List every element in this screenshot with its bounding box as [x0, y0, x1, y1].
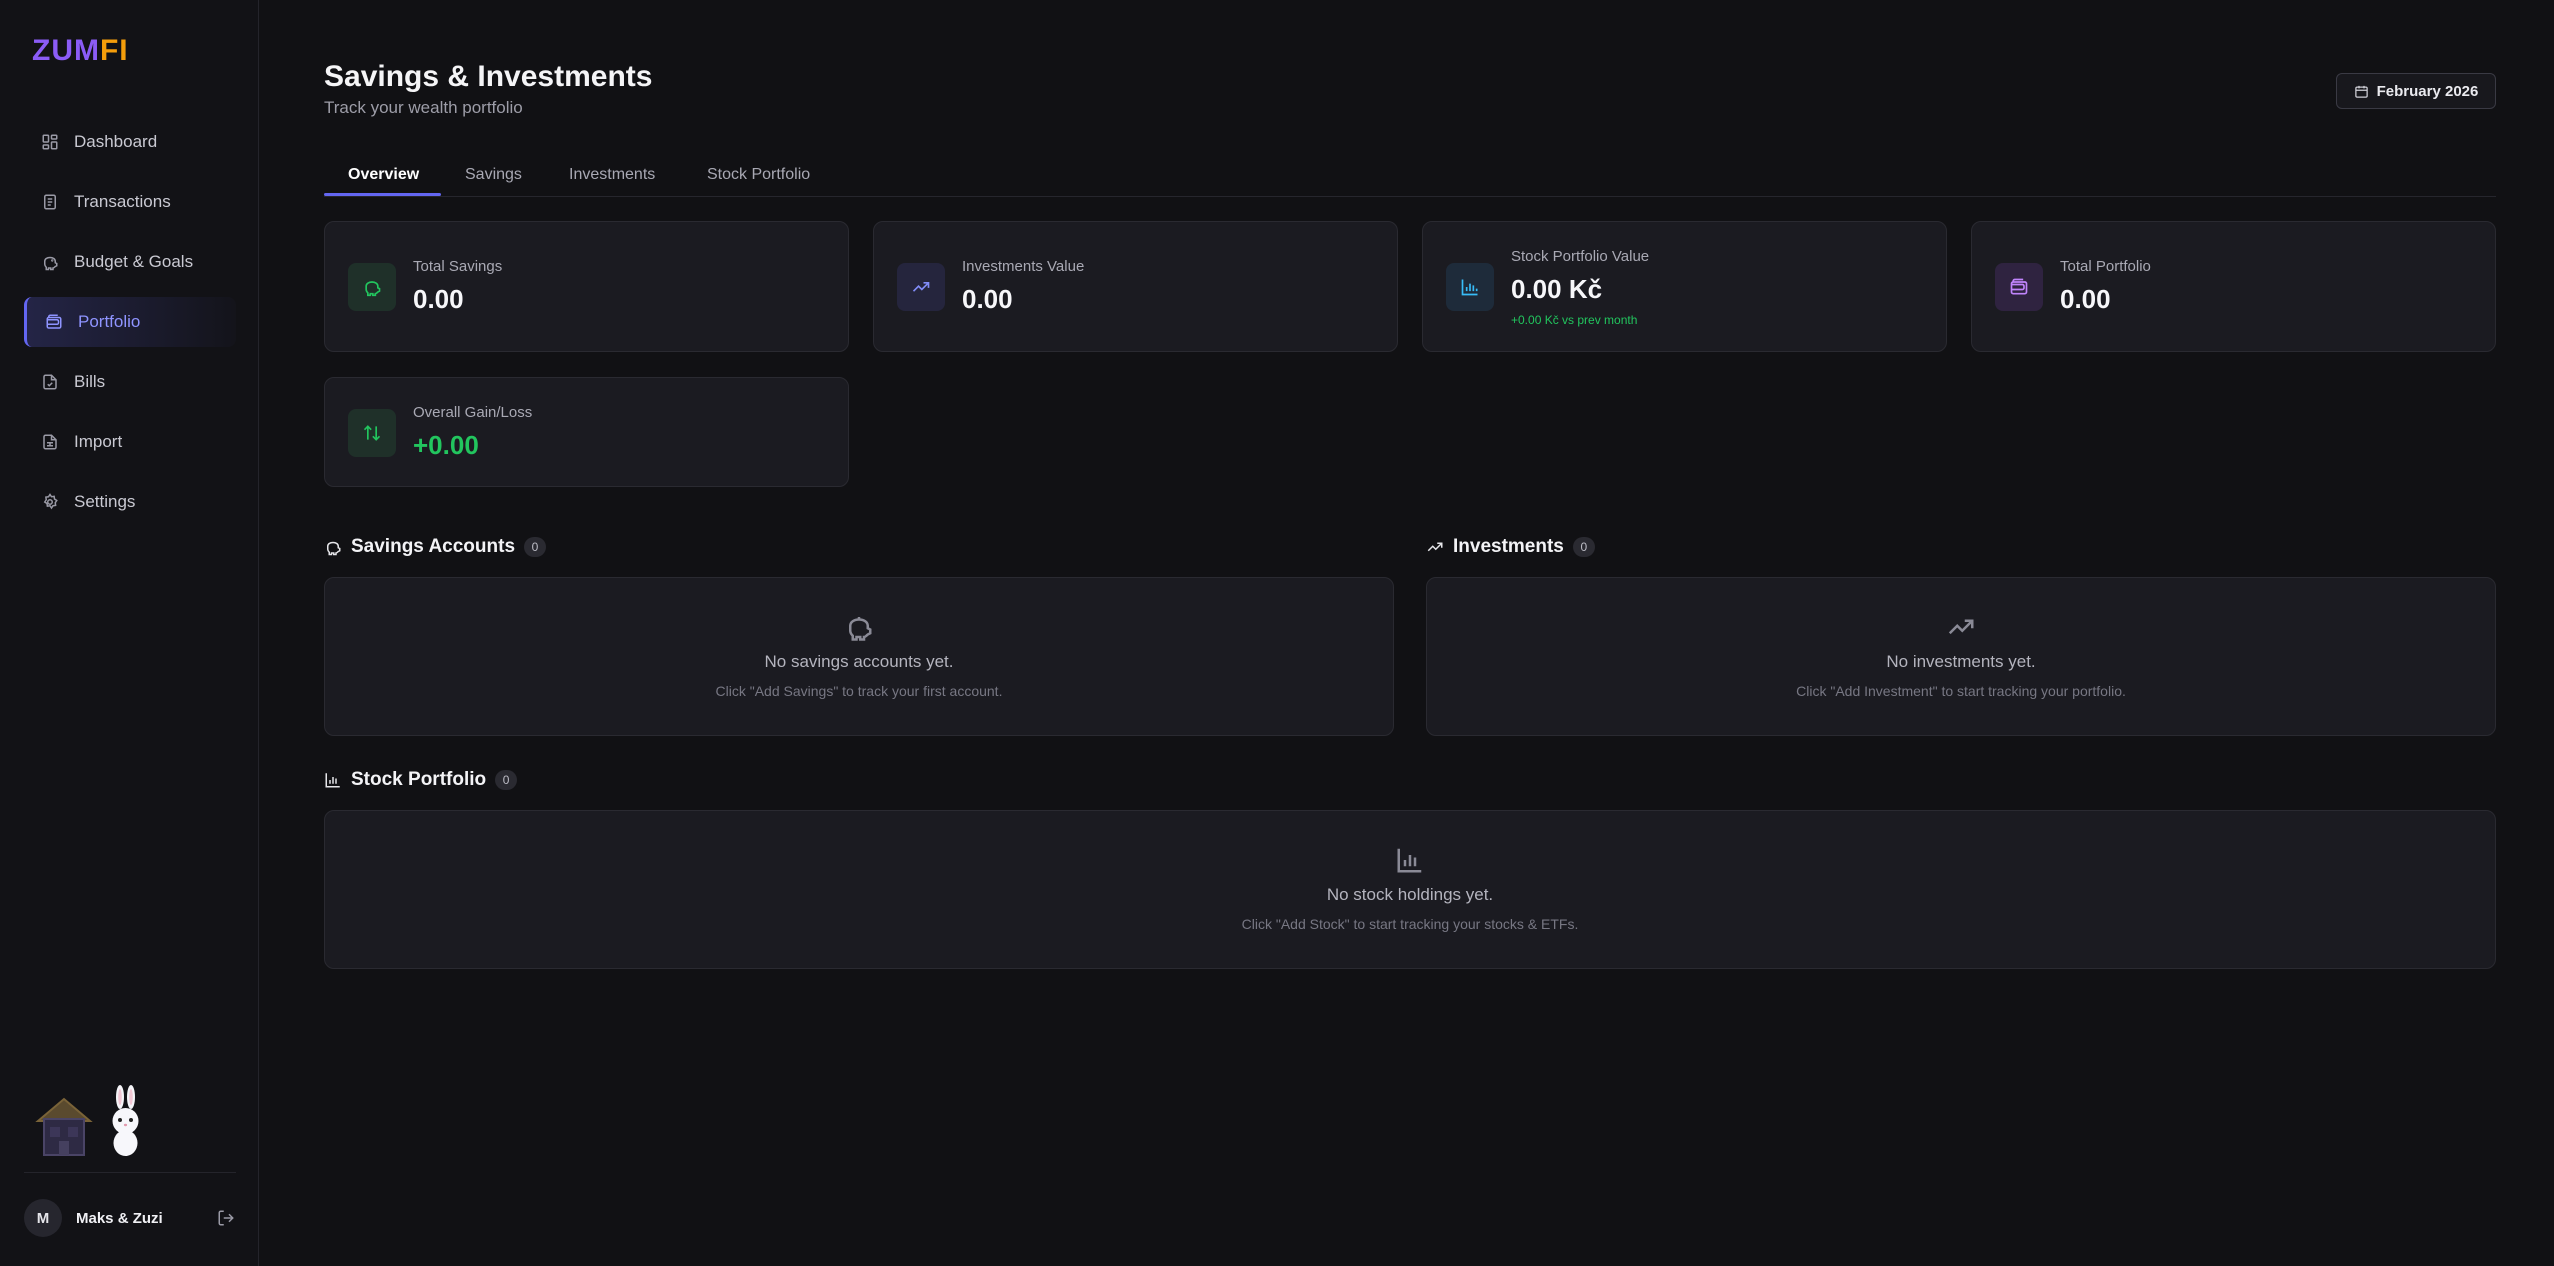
sidebar-item-budget-goals[interactable]: Budget & Goals	[24, 237, 236, 287]
investments-header: Investments 0	[1426, 534, 1595, 560]
count-badge: 0	[524, 537, 547, 557]
sidebar-item-label: Settings	[74, 492, 136, 511]
section-title: Savings Accounts	[351, 536, 516, 557]
empty-hint: Click "Add Investment" to start tracking…	[1796, 683, 2126, 699]
stat-card-stock-portfolio-value: Stock Portfolio Value 0.00 Kč +0.00 Kč v…	[1422, 221, 1947, 352]
sidebar-item-label: Budget & Goals	[74, 252, 194, 271]
sidebar-item-dashboard[interactable]: Dashboard	[24, 117, 236, 167]
piggy-bank-icon	[327, 541, 341, 556]
sidebar-item-portfolio[interactable]: Portfolio	[24, 297, 236, 347]
stock-portfolio-header: Stock Portfolio 0	[324, 767, 518, 793]
piggy-bank-icon	[842, 610, 876, 644]
stat-value: 0.00 Kč	[1511, 274, 1603, 304]
file-spreadsheet-icon	[40, 432, 60, 452]
trending-up-icon	[897, 263, 945, 311]
stock-portfolio-empty-state: No stock holdings yet. Click "Add Stock"…	[324, 810, 2496, 969]
stat-card-total-savings: Total Savings 0.00	[324, 221, 849, 352]
logout-icon[interactable]	[216, 1208, 236, 1228]
receipt-icon	[40, 192, 60, 212]
count-badge: 0	[1572, 537, 1595, 557]
sidebar-item-label: Dashboard	[74, 132, 158, 151]
stat-label: Total Portfolio	[2060, 258, 2151, 275]
sidebar-nav: Dashboard Transactions Budget & Goals Po…	[24, 117, 236, 537]
stat-value: 0.00	[413, 284, 464, 314]
stat-label: Investments Value	[962, 258, 1085, 275]
tab-stock-portfolio[interactable]: Stock Portfolio	[707, 154, 810, 196]
section-title: Investments	[1453, 536, 1564, 557]
stat-value: 0.00	[2060, 284, 2111, 314]
piggy-bank-icon	[348, 263, 396, 311]
empty-hint: Click "Add Savings" to track your first …	[715, 683, 1003, 699]
empty-title: No stock holdings yet.	[1326, 885, 1494, 904]
user-name: Maks & Zuzi	[76, 1209, 163, 1227]
wallet-icon	[1995, 263, 2043, 311]
gear-icon	[40, 492, 60, 512]
section-title: Stock Portfolio	[351, 769, 487, 790]
sidebar-item-label: Bills	[74, 372, 106, 391]
sidebar-item-import[interactable]: Import	[24, 417, 236, 467]
sidebar-item-transactions[interactable]: Transactions	[24, 177, 236, 227]
house-icon	[35, 1097, 93, 1156]
piggy-bank-icon	[40, 252, 60, 272]
sidebar: ZUMFI Dashboard Transactions Budget & Go…	[0, 0, 259, 1266]
tab-savings[interactable]: Savings	[465, 154, 522, 196]
empty-hint: Click "Add Stock" to start tracking your…	[1241, 916, 1579, 932]
avatar: M	[24, 1199, 62, 1237]
app-logo[interactable]: ZUMFI	[32, 34, 129, 68]
month-picker-label: February 2026	[2376, 82, 2479, 100]
logo-part-fi: FI	[99, 34, 129, 67]
trending-up-icon	[1944, 610, 1978, 644]
bar-chart-icon	[1446, 263, 1494, 311]
stat-label: Total Savings	[413, 258, 503, 275]
sidebar-divider	[24, 1172, 236, 1173]
empty-title: No investments yet.	[1886, 652, 2036, 671]
count-badge: 0	[495, 770, 518, 790]
user-profile[interactable]: M Maks & Zuzi	[24, 1199, 236, 1237]
wallet-icon	[44, 312, 64, 332]
tab-overview[interactable]: Overview	[348, 154, 419, 196]
trending-up-icon	[1427, 542, 1443, 552]
stat-card-total-portfolio: Total Portfolio 0.00	[1971, 221, 2496, 352]
stat-value: 0.00	[962, 284, 1013, 314]
bar-chart-icon	[325, 773, 340, 788]
tab-investments[interactable]: Investments	[569, 154, 655, 196]
tab-bar: Overview Savings Investments Stock Portf…	[324, 154, 2496, 197]
stat-card-overall-gain-loss: Overall Gain/Loss +0.00	[324, 377, 849, 487]
stat-change: +0.00 Kč vs prev month	[1511, 313, 1638, 327]
sidebar-item-label: Transactions	[74, 192, 171, 211]
stat-label: Overall Gain/Loss	[413, 404, 533, 421]
page-subtitle: Track your wealth portfolio	[324, 98, 523, 117]
file-check-icon	[40, 372, 60, 392]
savings-accounts-header: Savings Accounts 0	[324, 534, 547, 560]
logo-part-zum: ZUM	[32, 34, 100, 67]
sidebar-item-bills[interactable]: Bills	[24, 357, 236, 407]
dashboard-icon	[40, 132, 60, 152]
sidebar-item-label: Portfolio	[78, 312, 141, 331]
calendar-icon	[2354, 85, 2368, 98]
stat-label: Stock Portfolio Value	[1511, 248, 1650, 265]
bunny-icon	[112, 1085, 139, 1156]
month-picker-button[interactable]: February 2026	[2336, 73, 2496, 109]
bar-chart-icon	[1393, 843, 1427, 877]
savings-accounts-empty-state: No savings accounts yet. Click "Add Savi…	[324, 577, 1394, 736]
stat-card-investments-value: Investments Value 0.00	[873, 221, 1398, 352]
mascot-illustration	[35, 1085, 139, 1156]
page-title: Savings & Investments	[324, 60, 653, 93]
stat-value: +0.00	[413, 430, 479, 460]
investments-empty-state: No investments yet. Click "Add Investmen…	[1426, 577, 2496, 736]
active-tab-indicator	[324, 193, 441, 196]
arrows-up-down-icon	[348, 409, 396, 457]
empty-title: No savings accounts yet.	[764, 652, 954, 671]
sidebar-item-settings[interactable]: Settings	[24, 477, 236, 527]
sidebar-item-label: Import	[74, 432, 123, 451]
